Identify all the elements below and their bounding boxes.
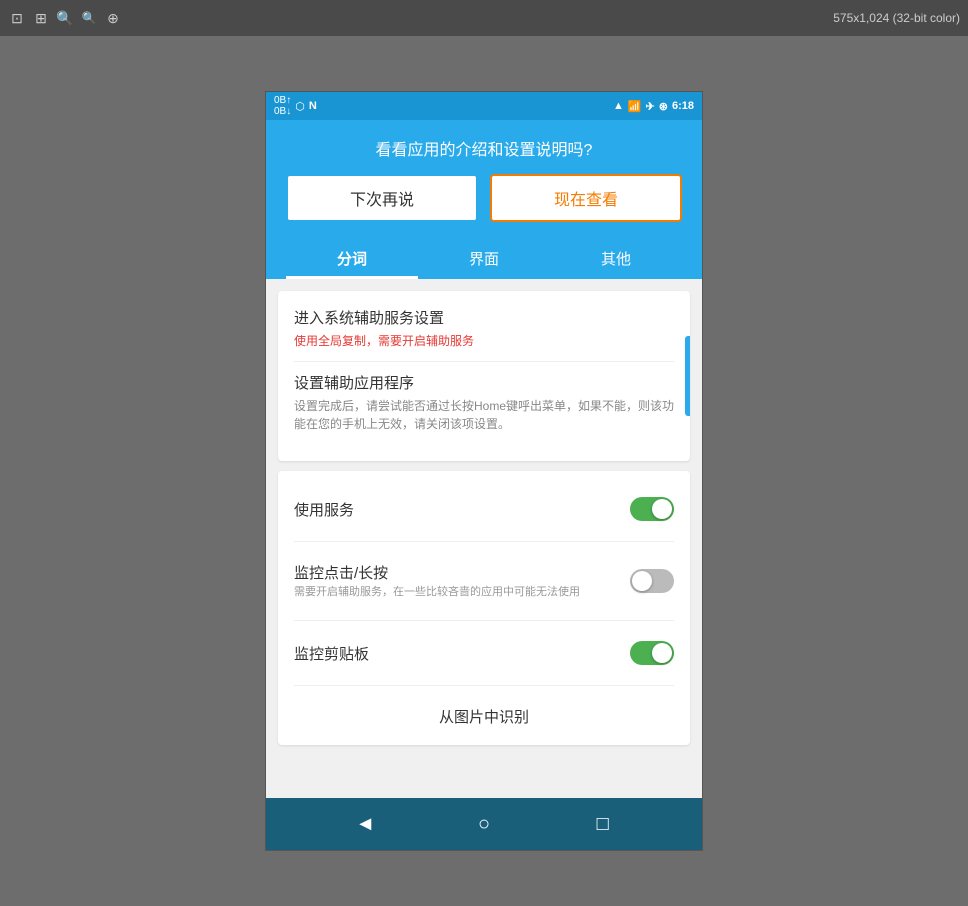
- icon-airplane: ✈: [646, 100, 655, 113]
- toolbar-icon-zoom-in[interactable]: 🔍: [56, 9, 74, 27]
- divider-3: [294, 620, 674, 621]
- toggle-row-click: 监控点击/长按 需要开启辅助服务，在一些比较吝啬的应用中可能无法使用: [294, 552, 674, 610]
- header-buttons: 下次再说 现在查看: [286, 174, 682, 222]
- toggle-clipboard-switch[interactable]: [630, 641, 674, 665]
- section-assist-app: 设置辅助应用程序 设置完成后，请尝试能否通过长按Home键呼出菜单，如果不能，则…: [294, 372, 674, 433]
- divider-2: [294, 541, 674, 542]
- accessibility-service-subtitle: 使用全局复制，需要开启辅助服务: [294, 332, 674, 349]
- toolbar-icon-zoom-fit[interactable]: ⊕: [104, 9, 122, 27]
- divider-4: [294, 685, 674, 686]
- status-bar-left: 0B↑0B↓ ⬡ N: [274, 95, 317, 117]
- toolbar: ⊡ ⊞ 🔍 🔍 ⊕ 575x1,024 (32-bit color): [0, 0, 968, 36]
- header-area: 看看应用的介绍和设置说明吗? 下次再说 现在查看 分词 界面 其他: [266, 120, 702, 279]
- nav-back-button[interactable]: ◄: [347, 806, 383, 842]
- toggle-clipboard-label: 监控剪贴板: [294, 643, 630, 664]
- toggle-service-knob: [652, 499, 672, 519]
- toggle-row-clipboard: 监控剪贴板: [294, 631, 674, 675]
- toggle-row-service: 使用服务: [294, 487, 674, 531]
- nav-recent-button[interactable]: □: [585, 806, 621, 842]
- toggle-clipboard-label-block: 监控剪贴板: [294, 643, 630, 664]
- icon-transfer: 0B↑0B↓: [274, 95, 291, 117]
- status-time: 6:18: [672, 100, 694, 112]
- assist-app-title: 设置辅助应用程序: [294, 372, 674, 393]
- accessibility-service-title: 进入系统辅助服务设置: [294, 307, 674, 328]
- icon-n: N: [309, 100, 317, 112]
- phone-frame: 0B↑0B↓ ⬡ N ▲ 📶 ✈ ⊛ 6:18 看看应用的介绍和设置说明吗? 下…: [265, 91, 703, 851]
- action-recognize-image[interactable]: 从图片中识别: [294, 696, 674, 729]
- right-accent-bar: [685, 336, 690, 416]
- toggle-clipboard-knob: [652, 643, 672, 663]
- toggle-service-label-block: 使用服务: [294, 499, 630, 520]
- btn-later[interactable]: 下次再说: [286, 174, 478, 222]
- status-bar: 0B↑0B↓ ⬡ N ▲ 📶 ✈ ⊛ 6:18: [266, 92, 702, 120]
- tab-qita[interactable]: 其他: [550, 238, 682, 279]
- toolbar-resolution: 575x1,024 (32-bit color): [833, 11, 960, 25]
- toggle-service-label: 使用服务: [294, 499, 630, 520]
- toolbar-icon-1[interactable]: ⊡: [8, 9, 26, 27]
- tab-jiemian[interactable]: 界面: [418, 238, 550, 279]
- content-area: 进入系统辅助服务设置 使用全局复制，需要开启辅助服务 设置辅助应用程序 设置完成…: [266, 279, 702, 798]
- nav-home-button[interactable]: ○: [466, 806, 502, 842]
- toggle-click-knob: [632, 571, 652, 591]
- divider-1: [294, 361, 674, 362]
- toggle-click-label: 监控点击/长按: [294, 562, 630, 583]
- icon-signal: 📶: [628, 100, 642, 113]
- toolbar-icon-zoom-out[interactable]: 🔍: [80, 9, 98, 27]
- toolbar-icon-2[interactable]: ⊞: [32, 9, 50, 27]
- toggle-click-label-block: 监控点击/长按 需要开启辅助服务，在一些比较吝啬的应用中可能无法使用: [294, 562, 630, 600]
- card-accessibility: 进入系统辅助服务设置 使用全局复制，需要开启辅助服务 设置辅助应用程序 设置完成…: [278, 291, 690, 461]
- btn-now[interactable]: 现在查看: [490, 174, 682, 222]
- toggle-click-switch[interactable]: [630, 569, 674, 593]
- toggle-service-switch[interactable]: [630, 497, 674, 521]
- header-title: 看看应用的介绍和设置说明吗?: [286, 136, 682, 160]
- tab-fenci[interactable]: 分词: [286, 238, 418, 279]
- section-accessibility-service: 进入系统辅助服务设置 使用全局复制，需要开启辅助服务: [294, 307, 674, 349]
- icon-battery: ⊛: [659, 100, 668, 113]
- status-bar-right: ▲ 📶 ✈ ⊛ 6:18: [613, 100, 694, 113]
- toggle-click-sublabel: 需要开启辅助服务，在一些比较吝啬的应用中可能无法使用: [294, 585, 630, 600]
- icon-wifi: ▲: [613, 100, 624, 112]
- card-toggles: 使用服务 监控点击/长按 需要开启辅助服务，在一些比较吝啬的应用中可能无法使用: [278, 471, 690, 745]
- tabs: 分词 界面 其他: [286, 238, 682, 279]
- icon-cast: ⬡: [295, 100, 305, 113]
- assist-app-desc: 设置完成后，请尝试能否通过长按Home键呼出菜单，如果不能，则该功能在您的手机上…: [294, 397, 674, 433]
- nav-bar: ◄ ○ □: [266, 798, 702, 850]
